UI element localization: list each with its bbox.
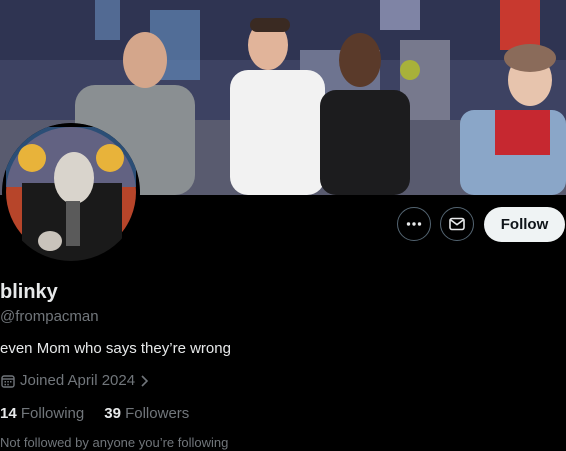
profile-avatar[interactable] bbox=[2, 123, 140, 261]
profile-page: Follow blinky @frompacman even Mom who s… bbox=[0, 0, 566, 451]
more-options-button[interactable] bbox=[397, 207, 431, 241]
following-count: 14 bbox=[0, 405, 17, 422]
user-handle: @frompacman bbox=[0, 308, 99, 325]
follow-button[interactable]: Follow bbox=[484, 207, 565, 242]
following-stat[interactable]: 14 Following bbox=[0, 405, 84, 422]
joined-date[interactable]: Joined April 2024 bbox=[0, 372, 151, 389]
followers-count: 39 bbox=[104, 405, 121, 422]
followers-stat[interactable]: 39 Followers bbox=[104, 405, 189, 422]
calendar-icon bbox=[1, 374, 15, 388]
following-label: Following bbox=[20, 405, 85, 422]
followed-by-note: Not followed by anyone you’re following bbox=[0, 435, 229, 450]
chevron-right-icon bbox=[141, 374, 149, 387]
followers-label: Followers bbox=[125, 405, 190, 422]
more-horizontal-icon bbox=[406, 222, 422, 226]
message-button[interactable] bbox=[440, 207, 474, 241]
joined-label: Joined April 2024 bbox=[20, 372, 136, 389]
follow-stats: 14 Following 39 Followers bbox=[0, 405, 189, 422]
envelope-icon bbox=[449, 217, 465, 231]
display-name: blinky bbox=[0, 281, 58, 303]
profile-bio: even Mom who says they’re wrong bbox=[0, 340, 231, 357]
